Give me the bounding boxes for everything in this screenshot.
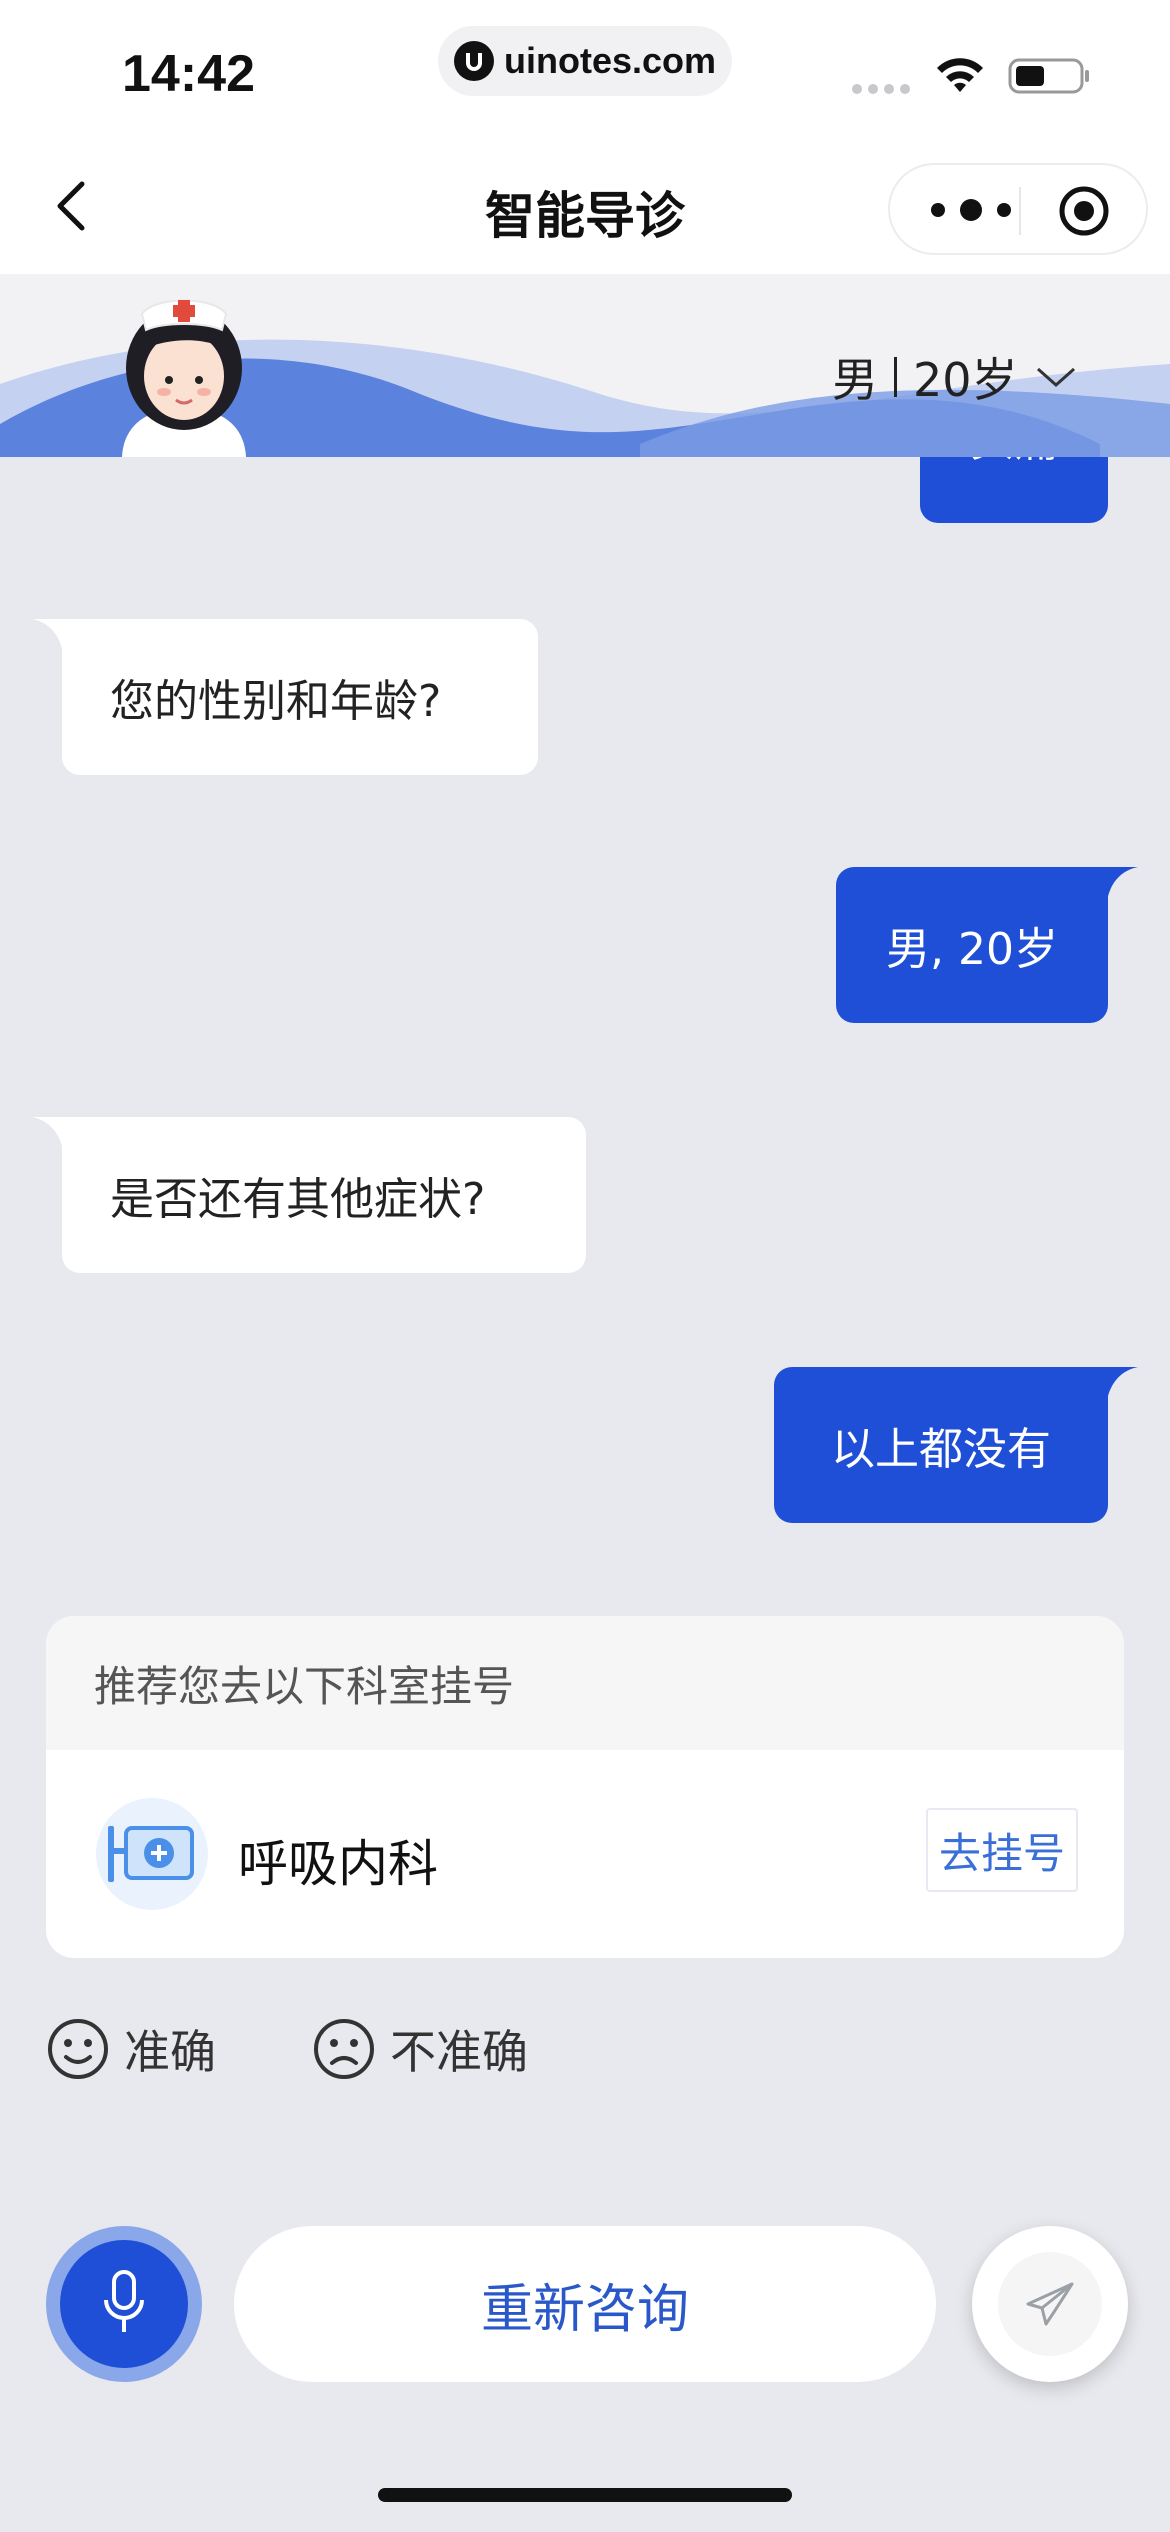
age-label: 20岁: [913, 353, 1018, 407]
bubble-tail: [32, 1117, 64, 1157]
department-row[interactable]: 呼吸内科 去挂号: [46, 1750, 1124, 1958]
url-text: uinotes.com: [503, 40, 717, 81]
smile-icon: [48, 2019, 108, 2079]
profile-separator: [894, 357, 897, 397]
gender-label: 男: [832, 353, 878, 407]
feedback-inaccurate[interactable]: 不准确: [312, 2016, 528, 2082]
inaccurate-label: 不准确: [390, 2025, 528, 2079]
bubble-tail: [32, 619, 64, 659]
nurse-avatar: [122, 299, 246, 457]
feedback-accurate[interactable]: 准确: [46, 2016, 216, 2082]
mini-program-capsule: [888, 163, 1148, 255]
cellular-signal-icon: [852, 84, 910, 94]
user-message: 头痛: [920, 457, 1108, 523]
user-message: 以上都没有: [774, 1367, 1138, 1523]
frown-icon: [314, 2019, 374, 2079]
bot-message: 是否还有其他症状?: [32, 1117, 586, 1273]
bubble-tail: [1106, 1367, 1138, 1407]
patient-profile-selector[interactable]: 男 20岁: [832, 344, 1078, 410]
capsule-divider: [1019, 187, 1021, 235]
bot-message: 您的性别和年龄?: [32, 619, 538, 775]
battery-icon: [1008, 58, 1089, 94]
message-text: 男, 20岁: [886, 924, 1058, 975]
microphone-icon: [104, 2270, 144, 2332]
department-icon: [96, 1798, 208, 1910]
message-text: 您的性别和年龄?: [110, 676, 442, 727]
department-recommendation-card: 推荐您去以下科室挂号 呼吸内科 去挂号: [46, 1616, 1124, 1958]
user-message: 男, 20岁: [836, 867, 1138, 1023]
wifi-icon: [937, 58, 983, 92]
register-button[interactable]: 去挂号: [926, 1808, 1078, 1892]
header-banner: 男 20岁: [0, 274, 1170, 457]
message-text: 以上都没有: [831, 1424, 1051, 1475]
recommendation-header: 推荐您去以下科室挂号: [46, 1616, 1124, 1750]
site-logo-icon: [453, 41, 494, 81]
message-text: 头痛: [970, 457, 1058, 469]
more-icon[interactable]: [928, 195, 1014, 225]
home-indicator: [378, 2488, 792, 2502]
status-time: 14:42: [122, 45, 255, 103]
close-miniprogram-icon[interactable]: [1058, 185, 1110, 237]
restart-consultation-button[interactable]: 重新咨询: [234, 2226, 936, 2382]
accurate-label: 准确: [124, 2025, 216, 2079]
send-icon: [1026, 2282, 1074, 2326]
chevron-down-icon: [1036, 367, 1075, 388]
mic-button-inner: [60, 2240, 188, 2368]
department-name: 呼吸内科: [238, 1835, 438, 1893]
send-button[interactable]: [972, 2226, 1128, 2382]
url-pill: uinotes.com: [438, 26, 732, 96]
nav-bar: 智能导诊: [0, 140, 1170, 274]
status-bar: 14:42 uinotes.com: [0, 0, 1170, 140]
message-text: 是否还有其他症状?: [110, 1174, 486, 1225]
voice-input-button[interactable]: [46, 2226, 202, 2382]
bubble-tail: [1106, 867, 1138, 907]
